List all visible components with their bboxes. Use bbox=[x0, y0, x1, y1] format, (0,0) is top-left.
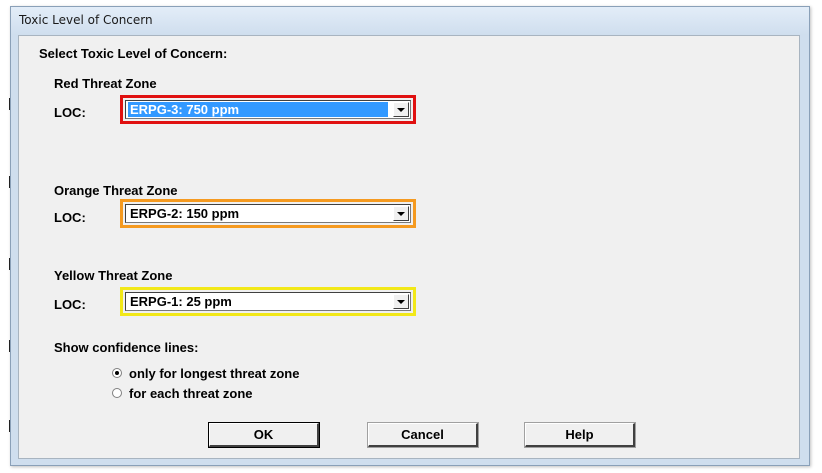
red-loc-value: ERPG-3: 750 ppm bbox=[128, 102, 388, 117]
orange-loc-select[interactable]: ERPG-2: 150 ppm bbox=[125, 204, 411, 223]
radio-each-zone-label[interactable]: for each threat zone bbox=[129, 386, 253, 401]
red-loc-select[interactable]: ERPG-3: 750 ppm bbox=[125, 100, 411, 119]
yellow-zone-label: Yellow Threat Zone bbox=[54, 268, 173, 283]
red-loc-dropdown-arrow-icon[interactable] bbox=[393, 102, 409, 117]
cancel-button[interactable]: Cancel bbox=[367, 422, 479, 448]
orange-loc-label: LOC: bbox=[54, 210, 86, 225]
ok-button[interactable]: OK bbox=[208, 422, 320, 448]
radio-longest-zone[interactable]: only for longest threat zone bbox=[112, 366, 402, 382]
confidence-lines-label: Show confidence lines: bbox=[54, 340, 199, 355]
help-button[interactable]: Help bbox=[524, 422, 636, 448]
radio-longest-zone-label[interactable]: only for longest threat zone bbox=[129, 366, 299, 381]
toxic-loc-dialog: Toxic Level of Concern Select Toxic Leve… bbox=[10, 6, 810, 466]
radio-each-zone[interactable]: for each threat zone bbox=[112, 386, 402, 402]
dialog-titlebar[interactable]: Toxic Level of Concern bbox=[11, 7, 809, 35]
orange-loc-dropdown-arrow-icon[interactable] bbox=[393, 206, 409, 221]
yellow-loc-value: ERPG-1: 25 ppm bbox=[130, 294, 232, 309]
dialog-content: Select Toxic Level of Concern: Red Threa… bbox=[18, 35, 800, 459]
radio-longest-zone-button[interactable] bbox=[112, 368, 122, 378]
yellow-loc-label: LOC: bbox=[54, 297, 86, 312]
dialog-title: Toxic Level of Concern bbox=[19, 13, 153, 27]
yellow-loc-dropdown-arrow-icon[interactable] bbox=[393, 294, 409, 309]
red-zone-label: Red Threat Zone bbox=[54, 76, 157, 91]
radio-each-zone-button[interactable] bbox=[112, 388, 122, 398]
yellow-zone-highlight: ERPG-1: 25 ppm bbox=[120, 287, 416, 316]
orange-zone-highlight: ERPG-2: 150 ppm bbox=[120, 199, 416, 228]
orange-zone-label: Orange Threat Zone bbox=[54, 183, 178, 198]
select-loc-heading: Select Toxic Level of Concern: bbox=[39, 46, 228, 61]
orange-loc-value: ERPG-2: 150 ppm bbox=[130, 206, 240, 221]
red-loc-label: LOC: bbox=[54, 105, 86, 120]
yellow-loc-select[interactable]: ERPG-1: 25 ppm bbox=[125, 292, 411, 311]
red-zone-highlight: ERPG-3: 750 ppm bbox=[120, 95, 416, 124]
